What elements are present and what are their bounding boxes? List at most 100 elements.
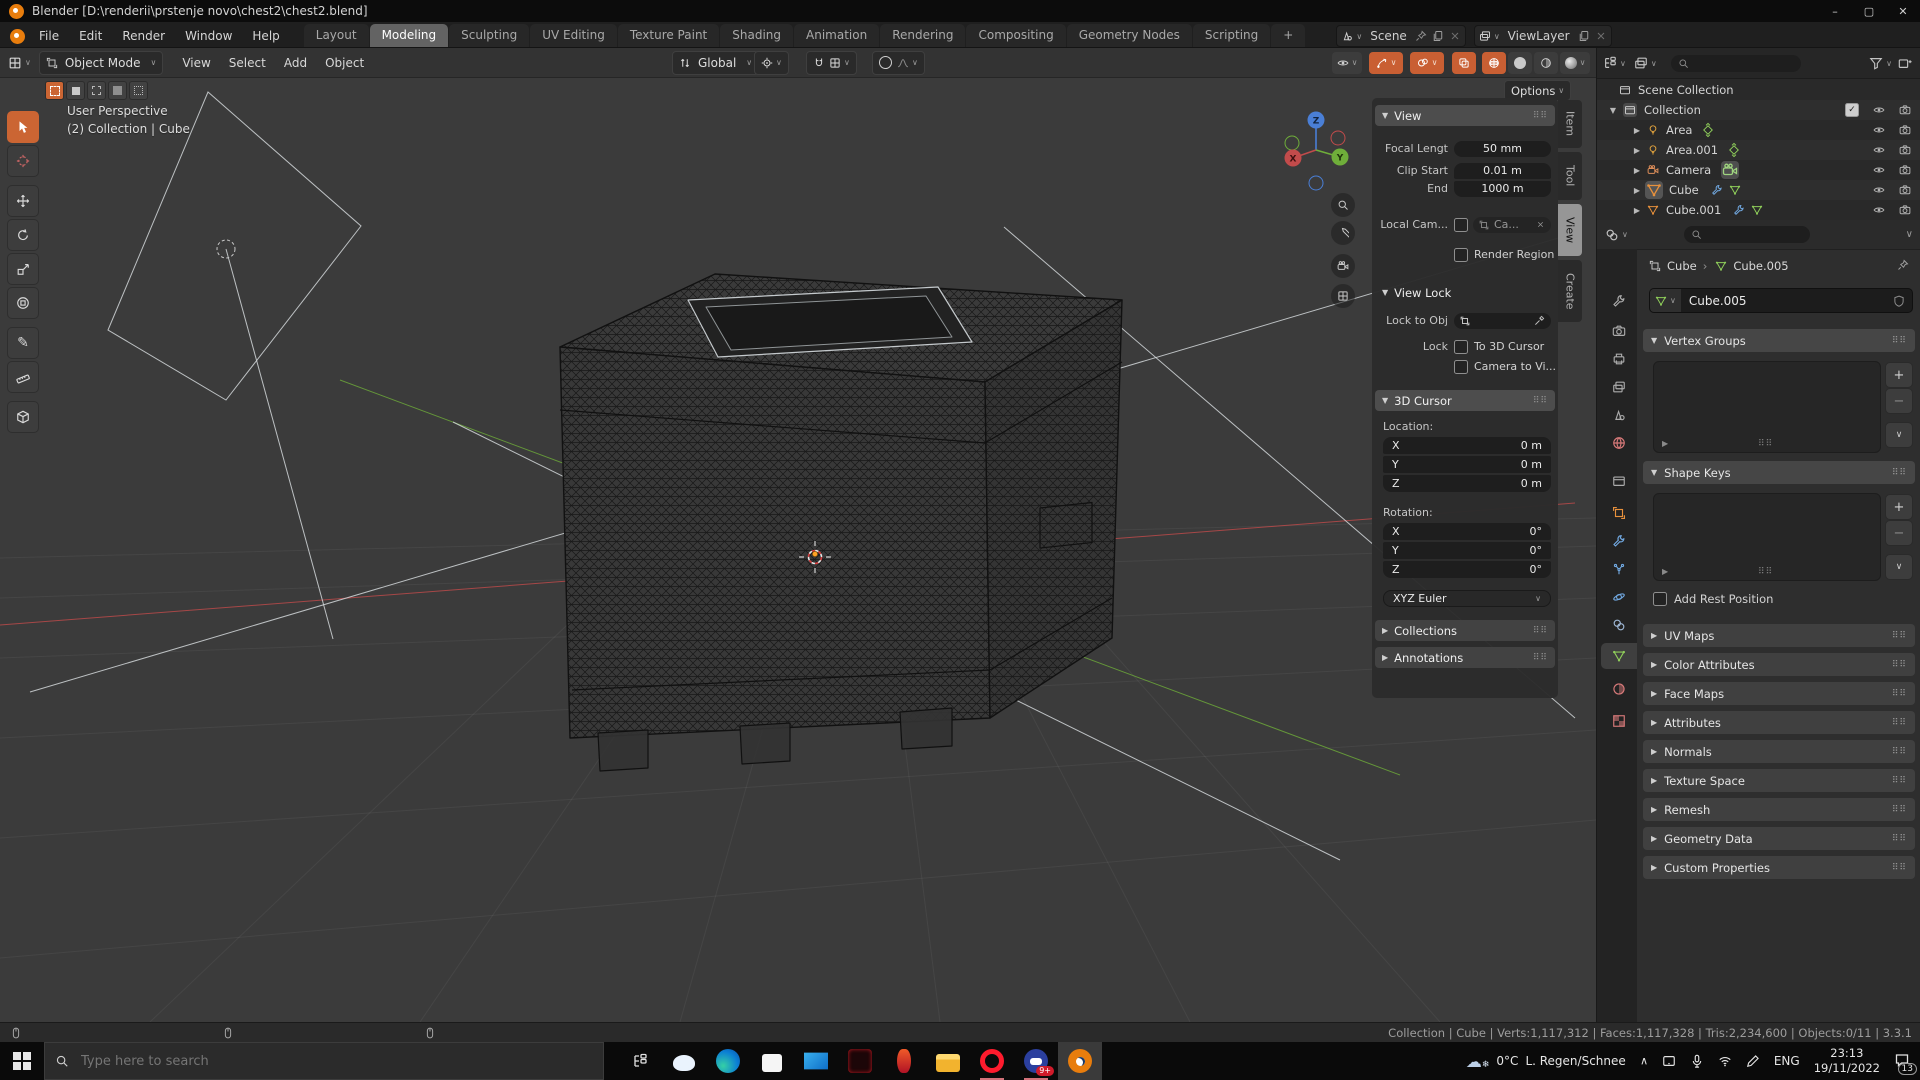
- viewport-canvas[interactable]: [0, 78, 1596, 1022]
- ortho-toggle-button[interactable]: [1331, 284, 1355, 308]
- npanel-tab-view[interactable]: View: [1558, 204, 1582, 256]
- hide-eye-icon[interactable]: [1873, 164, 1885, 176]
- editor-type-button[interactable]: ∨: [8, 56, 31, 70]
- visibility-dropdown[interactable]: ∨: [1330, 51, 1362, 74]
- overlays-toggle[interactable]: ∨: [1410, 51, 1444, 74]
- panel-grip[interactable]: ⠿⠿: [1533, 396, 1548, 406]
- list-resize-grip[interactable]: ⠿⠿: [1758, 567, 1773, 577]
- outliner-search-input[interactable]: [1670, 54, 1801, 72]
- shading-material-button[interactable]: [1534, 51, 1558, 74]
- hide-eye-icon[interactable]: [1873, 104, 1885, 116]
- workspace-tab-animation[interactable]: Animation: [794, 24, 880, 47]
- clock[interactable]: 23:13 19/11/2022: [1814, 1046, 1880, 1076]
- action-center-button[interactable]: 13: [1894, 1052, 1917, 1075]
- tool-move[interactable]: [7, 185, 39, 217]
- disclosure-expanded-icon[interactable]: ▼: [1607, 106, 1619, 115]
- rotation-order-dropdown[interactable]: XYZ Euler ∨: [1383, 590, 1551, 607]
- panel-grip[interactable]: ⠿⠿: [1892, 747, 1907, 757]
- search-input[interactable]: [79, 1052, 513, 1070]
- modifier-wrench-icon[interactable]: [1711, 184, 1723, 196]
- workspace-tab-modeling[interactable]: Modeling: [369, 24, 449, 47]
- tab-output[interactable]: [1601, 346, 1637, 372]
- outliner-row-scene-collection[interactable]: Scene Collection: [1597, 80, 1920, 100]
- shape-key-remove-button[interactable]: −: [1885, 520, 1913, 546]
- normals-panel-header[interactable]: ▶ Normals ⠿⠿: [1643, 740, 1915, 763]
- cursor-3d-panel-header[interactable]: ▼ 3D Cursor ⠿⠿: [1375, 390, 1555, 411]
- clip-end-field[interactable]: 1000 m: [1454, 180, 1551, 197]
- pin-id-icon[interactable]: [1897, 259, 1909, 271]
- panel-grip[interactable]: ⠿⠿: [1533, 111, 1548, 121]
- new-viewlayer-icon[interactable]: [1578, 30, 1590, 42]
- fake-user-shield-icon[interactable]: [1893, 295, 1905, 307]
- taskbar-app-dark-red[interactable]: [838, 1042, 882, 1080]
- viewport-3d[interactable]: User Perspective (2) Collection | Cube O…: [0, 78, 1596, 1022]
- clip-start-field[interactable]: 0.01 m: [1454, 162, 1551, 179]
- workspace-tab-shading[interactable]: Shading: [720, 24, 793, 47]
- wifi-icon[interactable]: [1718, 1054, 1732, 1068]
- mesh-data-icon[interactable]: [1729, 184, 1741, 196]
- tab-object-data[interactable]: [1601, 643, 1637, 669]
- viewlayer-name[interactable]: ViewLayer: [1500, 29, 1578, 43]
- xray-toggle[interactable]: [1452, 51, 1476, 74]
- vertex-group-specials-button[interactable]: ∨: [1885, 422, 1913, 448]
- list-resize-grip[interactable]: ⠿⠿: [1758, 439, 1773, 449]
- task-view-button[interactable]: [618, 1042, 662, 1080]
- datablock-name-field[interactable]: ∨ Cube.005: [1649, 288, 1913, 313]
- local-camera-field[interactable]: Ca...: [1473, 216, 1551, 233]
- cursor-rotation-z-field[interactable]: Z 0°: [1383, 561, 1551, 578]
- geometry-data-panel-header[interactable]: ▶ Geometry Data ⠿⠿: [1643, 827, 1915, 850]
- scene-name[interactable]: Scene: [1362, 29, 1415, 43]
- camera-to-view-checkbox[interactable]: [1454, 359, 1468, 374]
- wireframe-chest[interactable]: [559, 273, 1123, 772]
- zoom-button[interactable]: [1331, 193, 1355, 217]
- workspace-tab-texture-paint[interactable]: Texture Paint: [617, 24, 720, 47]
- render-visibility-icon[interactable]: [1899, 184, 1911, 196]
- panel-grip[interactable]: ⠿⠿: [1892, 631, 1907, 641]
- disclosure-collapsed-icon[interactable]: ▶: [1631, 126, 1643, 135]
- view-lock-subheader[interactable]: ▼ View Lock: [1375, 282, 1555, 303]
- shape-keys-panel-header[interactable]: ▼ Shape Keys ⠿⠿: [1643, 461, 1915, 484]
- attributes-panel-header[interactable]: ▶ Attributes ⠿⠿: [1643, 711, 1915, 734]
- menu-window[interactable]: Window: [175, 25, 242, 47]
- workspace-tab-rendering[interactable]: Rendering: [880, 24, 966, 47]
- outliner-row-cube[interactable]: ▶ Cube: [1597, 180, 1920, 200]
- light-data-icon[interactable]: [1726, 142, 1743, 159]
- taskbar-app-mail[interactable]: [794, 1042, 838, 1080]
- tray-expand-chevron-icon[interactable]: ∨: [1640, 1055, 1648, 1068]
- transform-orientation-dropdown[interactable]: Global ∨: [672, 50, 760, 75]
- tool-select-box[interactable]: [7, 111, 39, 143]
- focal-length-field[interactable]: 50 mm: [1454, 140, 1551, 157]
- cursor-rotation-y-field[interactable]: Y 0°: [1383, 542, 1551, 559]
- lock-3d-cursor-checkbox[interactable]: [1454, 339, 1468, 354]
- taskbar-app-file-explorer[interactable]: [926, 1042, 970, 1080]
- viewport-menu-select[interactable]: Select: [220, 56, 275, 70]
- collection-checkbox[interactable]: ✓: [1845, 103, 1859, 117]
- vertex-group-add-button[interactable]: +: [1885, 362, 1913, 388]
- viewport-menu-add[interactable]: Add: [275, 56, 316, 70]
- shading-wireframe-button[interactable]: [1482, 51, 1506, 74]
- remesh-panel-header[interactable]: ▶ Remesh ⠿⠿: [1643, 798, 1915, 821]
- render-visibility-icon[interactable]: [1899, 144, 1911, 156]
- pen-icon[interactable]: [1746, 1054, 1760, 1068]
- disclosure-collapsed-icon[interactable]: ▶: [1631, 146, 1643, 155]
- render-region-checkbox[interactable]: [1454, 247, 1468, 262]
- blender-menu-icon[interactable]: [10, 29, 25, 44]
- taskbar-app-edge[interactable]: [706, 1042, 750, 1080]
- tab-world[interactable]: [1601, 430, 1637, 456]
- language-indicator[interactable]: ENG: [1774, 1054, 1800, 1068]
- face-maps-panel-header[interactable]: ▶ Face Maps ⠿⠿: [1643, 682, 1915, 705]
- color-attributes-panel-header[interactable]: ▶ Color Attributes ⠿⠿: [1643, 653, 1915, 676]
- tab-material[interactable]: [1601, 676, 1637, 702]
- viewlayer-selector[interactable]: ∨ ViewLayer: [1473, 25, 1612, 47]
- camera-data-icon[interactable]: [1721, 161, 1740, 179]
- tool-annotate[interactable]: ✎: [7, 327, 39, 359]
- npanel-tab-create[interactable]: Create: [1558, 260, 1582, 322]
- tab-particles[interactable]: [1601, 556, 1637, 582]
- taskbar-app-store[interactable]: [750, 1042, 794, 1080]
- select-mode-intersect[interactable]: [129, 81, 148, 100]
- menu-file[interactable]: File: [29, 25, 69, 47]
- shape-key-specials-button[interactable]: ∨: [1885, 554, 1913, 580]
- uv-maps-panel-header[interactable]: ▶ UV Maps ⠿⠿: [1643, 624, 1915, 647]
- eyedropper-icon[interactable]: [1534, 315, 1545, 326]
- light-data-icon[interactable]: [1700, 122, 1717, 139]
